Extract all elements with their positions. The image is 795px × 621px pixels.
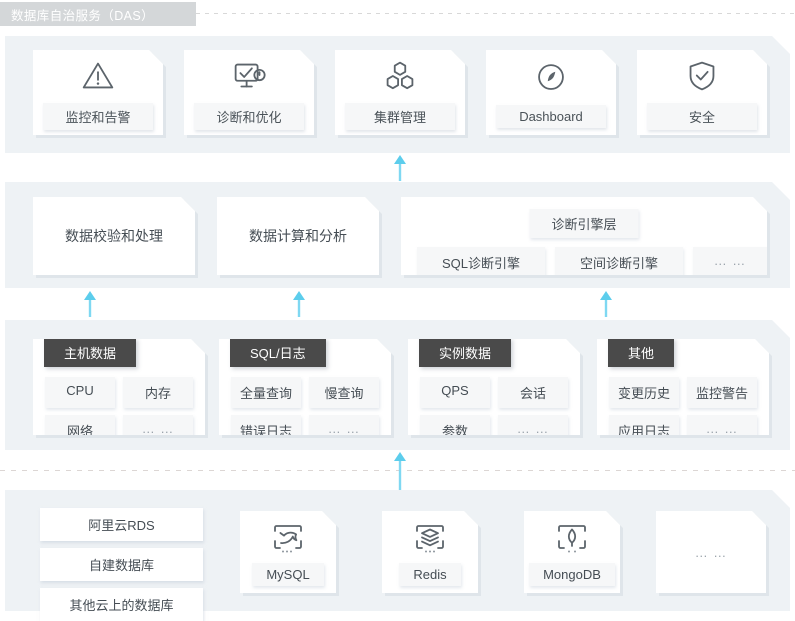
source-group-header: 实例数据 (419, 338, 511, 367)
source-group-sql-log: SQL/日志 全量查询 慢查询 错误日志 … … (219, 339, 391, 435)
db-card-label: Redis (399, 563, 460, 586)
diagnostic-engine-card: 诊断引擎层 SQL诊断引擎 空间诊断引擎 … … (401, 197, 767, 275)
app-card-label: 监控和告警 (43, 103, 153, 130)
source-tile[interactable]: 内存 (123, 377, 193, 408)
warning-triangle-icon (77, 55, 119, 97)
flow-arrow-up-host-data (80, 291, 100, 317)
flow-arrow-up-compute-to-apps (390, 155, 410, 181)
source-group-host: 主机数据 CPU 内存 网络 … … (33, 339, 205, 435)
db-card-more-label: … … (694, 544, 728, 560)
app-card-label: 安全 (647, 103, 757, 130)
app-card-label: 集群管理 (345, 103, 455, 130)
source-group-header: SQL/日志 (230, 338, 326, 367)
engine-chip-row: SQL诊断引擎 空间诊断引擎 … … (417, 247, 751, 278)
gauge-icon (530, 57, 572, 99)
flow-arrow-up-instance-data (596, 291, 616, 317)
source-tile[interactable]: 监控警告 (687, 377, 757, 408)
monitor-diagnose-icon (228, 55, 270, 97)
app-card-diagnose[interactable]: 诊断和优化 (184, 50, 314, 135)
flow-arrow-up-targets-to-sources (390, 452, 410, 492)
cluster-hexagons-icon (379, 55, 421, 97)
engine-layer-header: 诊断引擎层 (529, 209, 638, 238)
target-type-stack: 阿里云RDS 自建数据库 其他云上的数据库 (40, 508, 203, 621)
source-tile[interactable]: CPU (45, 377, 115, 408)
source-tile[interactable]: 会话 (498, 377, 568, 408)
app-card-cluster[interactable]: 集群管理 (335, 50, 465, 135)
title-dashed-rule (196, 13, 795, 14)
shield-check-icon (681, 55, 723, 97)
mongodb-leaf-icon (552, 519, 592, 559)
db-card-redis[interactable]: Redis (382, 511, 478, 593)
compute-card-analysis[interactable]: 数据计算和分析 (217, 197, 379, 275)
compute-card-label: 数据校验和处理 (65, 228, 163, 244)
engine-chip-space[interactable]: 空间诊断引擎 (555, 247, 683, 278)
db-card-label: MongoDB (529, 563, 615, 586)
diagram-title-banner: 数据库自治服务（DAS） (0, 2, 196, 26)
engine-chip-sql[interactable]: SQL诊断引擎 (417, 247, 545, 278)
app-card-dashboard[interactable]: Dashboard (486, 50, 616, 135)
db-card-more[interactable]: … … (656, 511, 766, 593)
target-type-item[interactable]: 阿里云RDS (40, 508, 203, 541)
diagram-canvas: 数据库自治服务（DAS） 监控和告警 诊断和优化 集群管理 Dashboard … (0, 0, 795, 621)
source-tile[interactable]: QPS (420, 377, 490, 408)
source-tile[interactable]: 慢查询 (309, 377, 379, 408)
db-card-mongodb[interactable]: MongoDB (524, 511, 620, 593)
source-tile[interactable]: 变更历史 (609, 377, 679, 408)
target-type-item[interactable]: 自建数据库 (40, 548, 203, 581)
db-card-mysql[interactable]: MySQL (240, 511, 336, 593)
source-group-header: 其他 (608, 338, 674, 367)
db-card-label: MySQL (252, 563, 323, 586)
app-card-monitoring[interactable]: 监控和告警 (33, 50, 163, 135)
mysql-dolphin-icon (268, 519, 308, 559)
app-card-security[interactable]: 安全 (637, 50, 767, 135)
compute-card-label: 数据计算和分析 (249, 228, 347, 244)
source-group-instance: 实例数据 QPS 会话 参数 … … (408, 339, 580, 435)
source-group-other: 其他 变更历史 监控警告 应用日志 … … (597, 339, 769, 435)
diagram-title: 数据库自治服务（DAS） (11, 8, 155, 23)
engine-chip-more[interactable]: … … (693, 247, 767, 278)
app-card-label: 诊断和优化 (194, 103, 304, 130)
compute-card-validation[interactable]: 数据校验和处理 (33, 197, 195, 275)
redis-layers-icon (410, 519, 450, 559)
app-card-label: Dashboard (496, 105, 606, 128)
flow-arrow-up-sql-log (289, 291, 309, 317)
source-group-header: 主机数据 (44, 338, 136, 367)
source-tile[interactable]: 全量查询 (231, 377, 301, 408)
target-type-item[interactable]: 其他云上的数据库 (40, 588, 203, 621)
